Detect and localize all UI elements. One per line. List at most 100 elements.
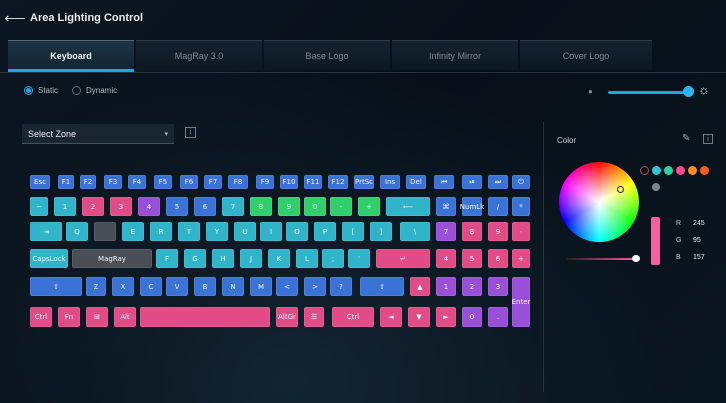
- key[interactable]: F9: [256, 175, 274, 189]
- brightness-slider[interactable]: [608, 91, 690, 94]
- key[interactable]: ⇥: [30, 222, 62, 241]
- key[interactable]: Alt: [114, 307, 136, 327]
- tab-cover-logo[interactable]: Cover Logo: [520, 40, 652, 70]
- green-value[interactable]: 95: [693, 237, 701, 244]
- key[interactable]: F8: [228, 175, 248, 189]
- key[interactable]: ⇧: [360, 277, 404, 296]
- key[interactable]: ⌘: [436, 197, 456, 216]
- key[interactable]: PrtSc: [354, 175, 374, 189]
- red-value[interactable]: 245: [693, 220, 705, 227]
- back-arrow-icon[interactable]: ⟵: [0, 0, 30, 36]
- key[interactable]: ]: [370, 222, 392, 241]
- key[interactable]: /: [488, 197, 508, 216]
- tab-infinity-mirror[interactable]: Infinity Mirror: [392, 40, 518, 70]
- add-custom-color-icon[interactable]: [652, 183, 660, 191]
- key[interactable]: K: [268, 249, 290, 268]
- key[interactable]: ☰: [304, 307, 324, 327]
- key[interactable]: ~: [30, 197, 48, 216]
- blue-value[interactable]: 157: [693, 254, 705, 261]
- key[interactable]: Ins: [380, 175, 400, 189]
- key[interactable]: V: [166, 277, 188, 296]
- key[interactable]: 6: [488, 249, 508, 268]
- key[interactable]: 9: [278, 197, 300, 216]
- key[interactable]: J: [240, 249, 262, 268]
- key[interactable]: F1: [58, 175, 74, 189]
- key[interactable]: F10: [280, 175, 298, 189]
- key[interactable]: >: [304, 277, 326, 296]
- key[interactable]: NumLk: [460, 197, 484, 216]
- color-info-icon[interactable]: i: [703, 134, 713, 144]
- key[interactable]: 2: [82, 197, 104, 216]
- key[interactable]: -: [330, 197, 352, 216]
- key[interactable]: 5: [166, 197, 188, 216]
- eyedropper-icon[interactable]: ✎: [682, 133, 690, 144]
- color-preset-5[interactable]: [700, 166, 709, 175]
- color-preset-3[interactable]: [676, 166, 685, 175]
- key[interactable]: F11: [304, 175, 322, 189]
- key[interactable]: [140, 307, 270, 327]
- tab-magray[interactable]: MagRay 3.0: [136, 40, 262, 70]
- key[interactable]: MagRay: [72, 249, 152, 268]
- key[interactable]: Del: [406, 175, 426, 189]
- key[interactable]: ⊞: [86, 307, 108, 327]
- tab-keyboard[interactable]: Keyboard: [8, 40, 134, 70]
- key[interactable]: ⟵: [386, 197, 430, 216]
- key[interactable]: ▼: [408, 307, 430, 327]
- key[interactable]: \: [400, 222, 430, 241]
- key[interactable]: 7: [222, 197, 244, 216]
- key[interactable]: *: [512, 197, 530, 216]
- key[interactable]: 9: [488, 222, 508, 241]
- key[interactable]: ;: [322, 249, 344, 268]
- zone-select[interactable]: Select Zone ▾: [22, 124, 174, 144]
- key[interactable]: ◄: [380, 307, 402, 327]
- key[interactable]: 3: [110, 197, 132, 216]
- key[interactable]: 6: [194, 197, 216, 216]
- key[interactable]: 5: [462, 249, 482, 268]
- tab-base-logo[interactable]: Base Logo: [264, 40, 390, 70]
- key[interactable]: Ctrl: [332, 307, 374, 327]
- mode-static[interactable]: Static: [24, 86, 58, 95]
- key[interactable]: F2: [80, 175, 96, 189]
- key[interactable]: F6: [180, 175, 198, 189]
- key[interactable]: Fn: [58, 307, 80, 327]
- key[interactable]: AltGr: [276, 307, 298, 327]
- key[interactable]: ⏻: [512, 175, 530, 189]
- key[interactable]: -: [512, 222, 530, 241]
- key[interactable]: F: [156, 249, 178, 268]
- key[interactable]: Z: [86, 277, 106, 296]
- key[interactable]: O: [286, 222, 308, 241]
- key[interactable]: Enter: [512, 277, 530, 327]
- key[interactable]: M: [250, 277, 272, 296]
- key[interactable]: 7: [436, 222, 456, 241]
- key[interactable]: H: [212, 249, 234, 268]
- key[interactable]: 1: [54, 197, 76, 216]
- key[interactable]: [: [342, 222, 364, 241]
- key[interactable]: ►: [436, 307, 456, 327]
- key[interactable]: 0: [304, 197, 326, 216]
- key[interactable]: Y: [206, 222, 228, 241]
- key[interactable]: ⇧: [30, 277, 82, 296]
- color-preset-1[interactable]: [652, 166, 661, 175]
- key[interactable]: 2: [462, 277, 482, 296]
- key[interactable]: ▲: [410, 277, 430, 296]
- key[interactable]: 4: [138, 197, 160, 216]
- zone-info-icon[interactable]: i: [185, 127, 196, 138]
- key[interactable]: U: [234, 222, 256, 241]
- key[interactable]: ': [348, 249, 370, 268]
- key[interactable]: <: [276, 277, 298, 296]
- key[interactable]: ?: [330, 277, 352, 296]
- key[interactable]: 1: [436, 277, 456, 296]
- key[interactable]: +: [358, 197, 380, 216]
- key[interactable]: .: [488, 307, 508, 327]
- mode-dynamic[interactable]: Dynamic: [72, 86, 117, 95]
- key[interactable]: T: [178, 222, 200, 241]
- key[interactable]: Ctrl: [30, 307, 52, 327]
- key[interactable]: L: [296, 249, 318, 268]
- color-preset-4[interactable]: [688, 166, 697, 175]
- key[interactable]: CapsLock: [30, 249, 68, 268]
- color-preset-2[interactable]: [664, 166, 673, 175]
- key[interactable]: [94, 222, 116, 241]
- key[interactable]: F3: [104, 175, 122, 189]
- key[interactable]: G: [184, 249, 206, 268]
- key[interactable]: I: [260, 222, 282, 241]
